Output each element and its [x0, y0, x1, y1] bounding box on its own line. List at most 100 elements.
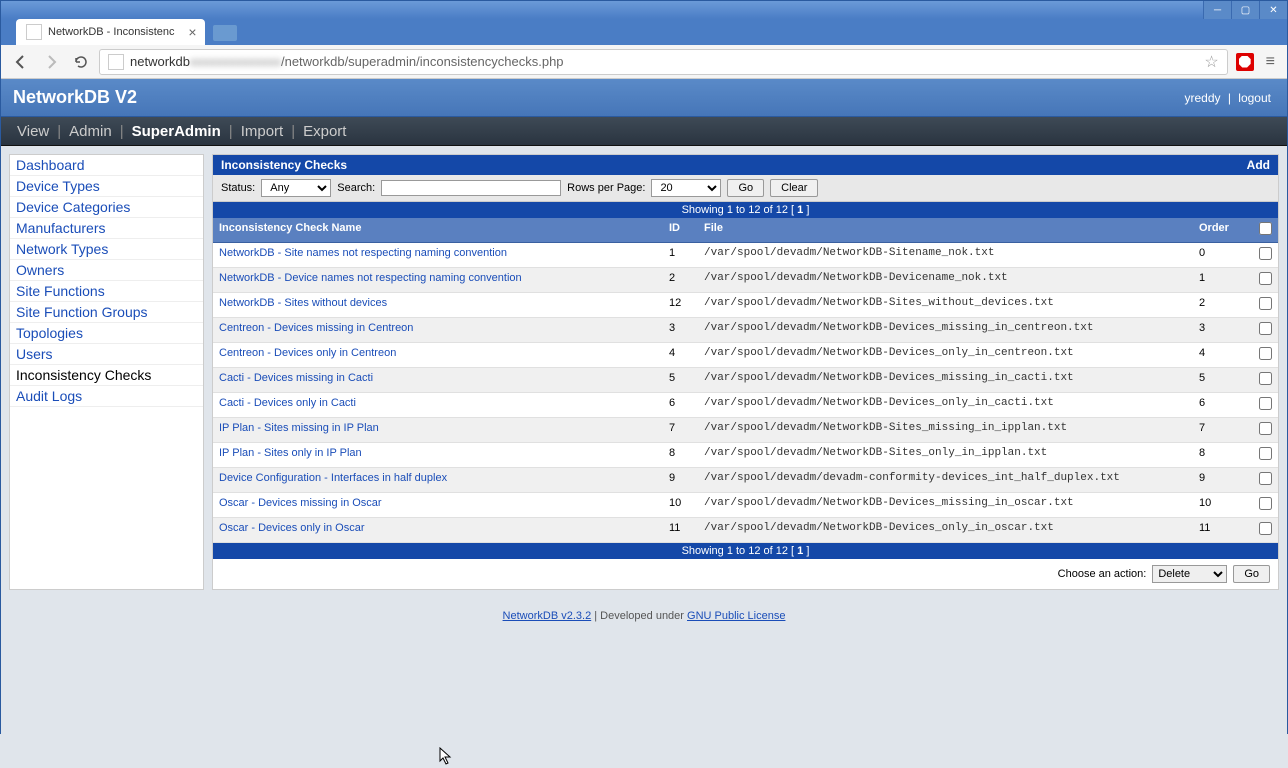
clear-button[interactable]: Clear — [770, 179, 818, 197]
row-id: 7 — [663, 418, 698, 442]
search-input[interactable] — [381, 180, 561, 196]
table-row: NetworkDB - Site names not respecting na… — [213, 243, 1278, 268]
sidebar-item-users[interactable]: Users — [10, 344, 203, 365]
col-file[interactable]: File — [698, 218, 1193, 242]
select-all-checkbox[interactable] — [1259, 222, 1272, 235]
nav-export[interactable]: Export — [303, 123, 346, 140]
sidebar-item-site-functions[interactable]: Site Functions — [10, 281, 203, 302]
close-window-button[interactable]: ✕ — [1259, 1, 1287, 19]
nav-superadmin[interactable]: SuperAdmin — [132, 123, 221, 140]
sidebar-item-inconsistency-checks[interactable]: Inconsistency Checks — [10, 365, 203, 386]
new-tab-button[interactable] — [213, 25, 237, 41]
action-bar: Choose an action: Delete Go — [213, 559, 1278, 589]
rows-label: Rows per Page: — [567, 182, 645, 194]
row-checkbox[interactable] — [1259, 397, 1272, 410]
table-row: Cacti - Devices only in Cacti6/var/spool… — [213, 393, 1278, 418]
app-title: NetworkDB V2 — [13, 87, 137, 108]
row-order: 8 — [1193, 443, 1253, 467]
username-link[interactable]: yreddy — [1184, 91, 1220, 105]
row-name-link[interactable]: Centreon - Devices only in Centreon — [219, 347, 396, 359]
row-checkbox[interactable] — [1259, 372, 1272, 385]
favicon-icon — [26, 24, 42, 40]
row-name-link[interactable]: Cacti - Devices only in Cacti — [219, 397, 356, 409]
row-checkbox[interactable] — [1259, 272, 1272, 285]
row-checkbox[interactable] — [1259, 447, 1272, 460]
row-id: 12 — [663, 293, 698, 317]
sidebar-item-topologies[interactable]: Topologies — [10, 323, 203, 344]
sidebar-item-dashboard[interactable]: Dashboard — [10, 155, 203, 176]
sidebar-item-owners[interactable]: Owners — [10, 260, 203, 281]
row-checkbox[interactable] — [1259, 247, 1272, 260]
minimize-button[interactable]: ─ — [1203, 1, 1231, 19]
row-name-link[interactable]: IP Plan - Sites missing in IP Plan — [219, 422, 379, 434]
search-label: Search: — [337, 182, 375, 194]
row-checkbox[interactable] — [1259, 497, 1272, 510]
row-file: /var/spool/devadm/devadm-conformity-devi… — [698, 468, 1193, 492]
col-name[interactable]: Inconsistency Check Name — [213, 218, 663, 242]
nav-import[interactable]: Import — [241, 123, 284, 140]
maximize-button[interactable]: ▢ — [1231, 1, 1259, 19]
adblock-extension-icon[interactable] — [1234, 51, 1256, 73]
action-select[interactable]: Delete — [1152, 565, 1227, 583]
row-name-link[interactable]: NetworkDB - Sites without devices — [219, 297, 387, 309]
row-name-link[interactable]: IP Plan - Sites only in IP Plan — [219, 447, 362, 459]
bookmark-star-icon[interactable]: ☆ — [1204, 52, 1218, 72]
row-name-link[interactable]: Oscar - Devices missing in Oscar — [219, 497, 382, 509]
url-obscured: xxxxxxxxxxxxxx — [190, 54, 281, 69]
col-order[interactable]: Order — [1193, 218, 1253, 242]
sidebar-item-device-categories[interactable]: Device Categories — [10, 197, 203, 218]
row-id: 8 — [663, 443, 698, 467]
row-order: 11 — [1193, 518, 1253, 542]
status-select[interactable]: Any — [261, 179, 331, 197]
row-order: 7 — [1193, 418, 1253, 442]
main-nav: View|Admin|SuperAdmin|Import|Export — [1, 117, 1287, 146]
back-button[interactable] — [9, 50, 33, 74]
row-checkbox[interactable] — [1259, 347, 1272, 360]
browser-menu-icon[interactable]: ≡ — [1262, 53, 1279, 71]
row-file: /var/spool/devadm/NetworkDB-Devices_only… — [698, 343, 1193, 367]
row-name-link[interactable]: NetworkDB - Device names not respecting … — [219, 272, 522, 284]
logout-link[interactable]: logout — [1238, 91, 1271, 105]
row-name-link[interactable]: Device Configuration - Interfaces in hal… — [219, 472, 447, 484]
sidebar-item-device-types[interactable]: Device Types — [10, 176, 203, 197]
data-panel: Inconsistency Checks Add Status: Any Sea… — [212, 154, 1279, 590]
sidebar-item-manufacturers[interactable]: Manufacturers — [10, 218, 203, 239]
reload-button[interactable] — [69, 50, 93, 74]
panel-title-bar: Inconsistency Checks Add — [213, 155, 1278, 175]
sidebar-item-audit-logs[interactable]: Audit Logs — [10, 386, 203, 407]
table-row: IP Plan - Sites missing in IP Plan 7/var/… — [213, 418, 1278, 443]
action-go-button[interactable]: Go — [1233, 565, 1270, 583]
close-tab-icon[interactable]: × — [188, 24, 196, 40]
sidebar-item-network-types[interactable]: Network Types — [10, 239, 203, 260]
address-bar: networkdb xxxxxxxxxxxxxx /networkdb/supe… — [1, 45, 1287, 79]
row-checkbox[interactable] — [1259, 322, 1272, 335]
row-checkbox[interactable] — [1259, 422, 1272, 435]
add-link[interactable]: Add — [1247, 158, 1270, 172]
sidebar-item-site-function-groups[interactable]: Site Function Groups — [10, 302, 203, 323]
row-name-link[interactable]: Centreon - Devices missing in Centreon — [219, 322, 413, 334]
nav-admin[interactable]: Admin — [69, 123, 112, 140]
url-input[interactable]: networkdb xxxxxxxxxxxxxx /networkdb/supe… — [99, 49, 1228, 75]
row-checkbox[interactable] — [1259, 522, 1272, 535]
go-button[interactable]: Go — [727, 179, 764, 197]
forward-button[interactable] — [39, 50, 63, 74]
url-path: /networkdb/superadmin/inconsistencycheck… — [281, 54, 564, 69]
table-header: Inconsistency Check Name ID File Order — [213, 218, 1278, 243]
row-name-link[interactable]: NetworkDB - Site names not respecting na… — [219, 247, 507, 259]
row-id: 1 — [663, 243, 698, 267]
table-row: Centreon - Devices missing in Centreon3/… — [213, 318, 1278, 343]
license-link[interactable]: GNU Public License — [687, 610, 785, 622]
row-name-link[interactable]: Cacti - Devices missing in Cacti — [219, 372, 373, 384]
row-checkbox[interactable] — [1259, 297, 1272, 310]
nav-view[interactable]: View — [17, 123, 49, 140]
row-name-link[interactable]: Oscar - Devices only in Oscar — [219, 522, 364, 534]
filter-bar: Status: Any Search: Rows per Page: 20 Go… — [213, 175, 1278, 202]
row-id: 9 — [663, 468, 698, 492]
version-link[interactable]: NetworkDB v2.3.2 — [503, 610, 592, 622]
browser-tab[interactable]: NetworkDB - Inconsistenc × — [16, 19, 205, 45]
row-checkbox[interactable] — [1259, 472, 1272, 485]
col-id[interactable]: ID — [663, 218, 698, 242]
rows-select[interactable]: 20 — [651, 179, 721, 197]
row-file: /var/spool/devadm/NetworkDB-Sites_missin… — [698, 418, 1193, 442]
table-row: Oscar - Devices only in Oscar11/var/spoo… — [213, 518, 1278, 543]
